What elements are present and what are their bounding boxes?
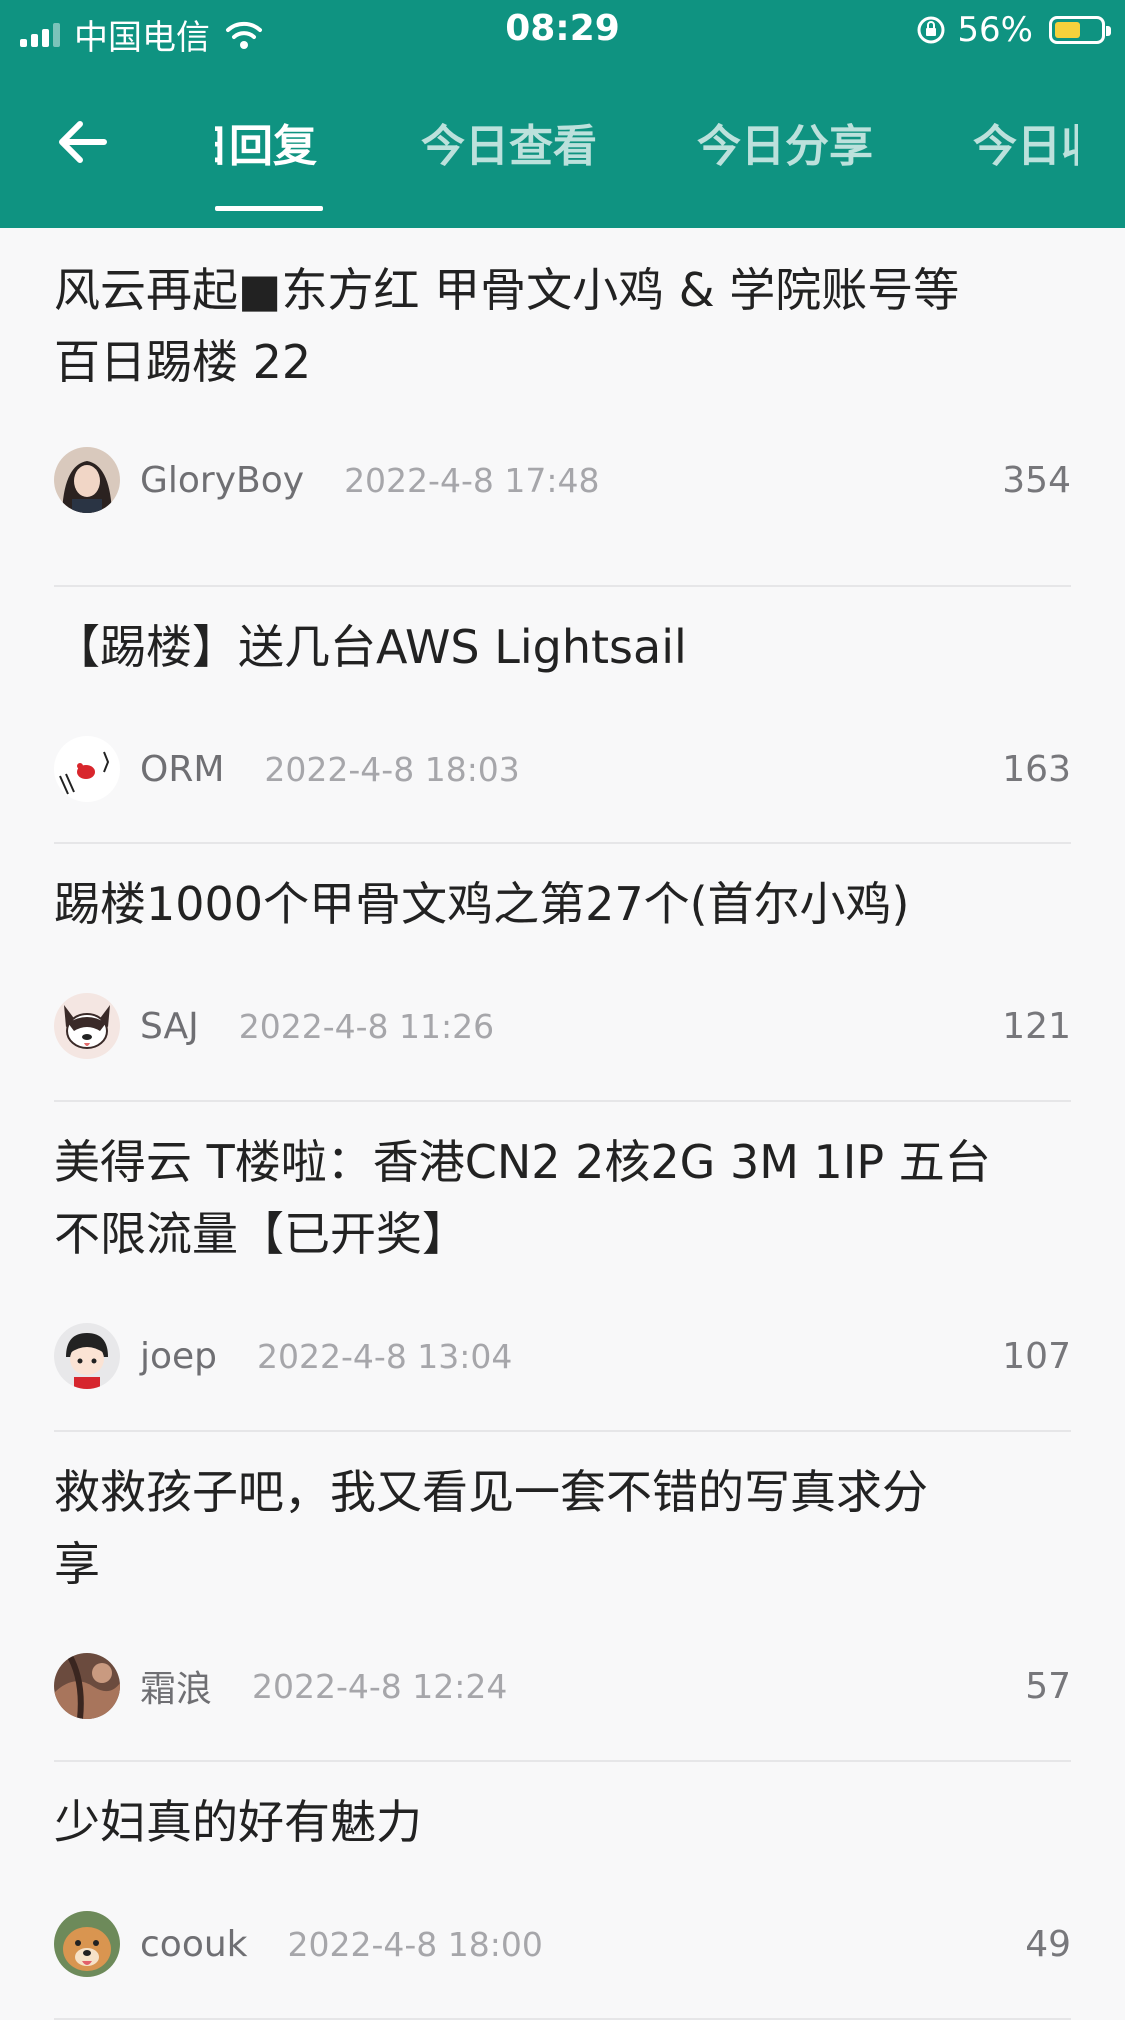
tab-today-replies[interactable]: 日回复 [215, 110, 317, 174]
post-title[interactable]: 踢楼1000个甲骨文鸡之第27个(首尔小鸡) [54, 868, 1071, 940]
post-date: 2022-4-8 12:24 [252, 1666, 508, 1706]
post-title[interactable]: 【踢楼】送几台AWS Lightsail [54, 611, 1071, 683]
tab-today-favorites[interactable]: 今日收 [973, 110, 1078, 174]
reply-count: 107 [1002, 1335, 1071, 1377]
tab-label: 回复 [229, 121, 317, 172]
avatar[interactable] [54, 447, 120, 513]
battery-fill [1055, 22, 1080, 38]
post-meta: SAJ 2022-4-8 11:26 121 [54, 992, 1071, 1060]
post-meta: coouk 2022-4-8 18:00 49 [54, 1910, 1071, 1978]
app-header: 中国电信 08:29 56% 日回复 今日查 [0, 0, 1125, 228]
reply-count: 57 [1025, 1665, 1071, 1707]
post-author[interactable]: SAJ [140, 1006, 199, 1047]
reply-count: 354 [1002, 459, 1071, 501]
nav-bar: 日回复 今日查看 今日分享 今日收 [0, 92, 1125, 228]
reply-count: 163 [1002, 748, 1071, 790]
post-date: 2022-4-8 17:48 [344, 460, 600, 500]
post-title[interactable]: 风云再起■东方红 甲骨文小鸡 & 学院账号等 百日踢楼 22 [54, 254, 1071, 398]
list-item[interactable]: 美得云 T楼啦：香港CN2 2核2G 3M 1IP 五台 不限流量【已开奖】 jo… [54, 1100, 1071, 1432]
post-author[interactable]: ORM [140, 749, 224, 790]
tab-today-viewed[interactable]: 今日查看 [421, 110, 597, 174]
post-date: 2022-4-8 18:03 [264, 749, 520, 789]
post-author[interactable]: GloryBoy [140, 460, 304, 501]
tab-label-prefix: 日 [215, 121, 229, 172]
post-date: 2022-4-8 11:26 [238, 1006, 495, 1046]
tab-today-shared[interactable]: 今日分享 [697, 110, 873, 174]
post-date: 2022-4-8 13:04 [257, 1336, 513, 1376]
battery-icon [1049, 16, 1111, 44]
avatar[interactable] [54, 1323, 120, 1389]
list-item[interactable]: 少妇真的好有魅力 coouk 2022-4-8 18:00 49 [54, 1760, 1071, 2020]
avatar[interactable] [54, 993, 120, 1059]
back-arrow-icon[interactable] [54, 114, 110, 170]
battery-percent: 56% [957, 10, 1033, 50]
status-bar: 中国电信 08:29 56% [0, 0, 1125, 62]
reply-count: 121 [1002, 1005, 1071, 1047]
list-item[interactable]: 救救孩子吧，我又看见一套不错的写真求分享 霜浪 2022-4-8 12:24 5… [54, 1430, 1071, 1762]
list-item[interactable]: 【踢楼】送几台AWS Lightsail ORM 2022-4-8 18:03 … [54, 585, 1071, 844]
post-meta: ORM 2022-4-8 18:03 163 [54, 735, 1071, 803]
reply-count: 49 [1025, 1923, 1071, 1965]
list-item[interactable]: 风云再起■东方红 甲骨文小鸡 & 学院账号等 百日踢楼 22 GloryBoy 2… [54, 254, 1071, 587]
rotation-lock-icon [917, 16, 945, 44]
post-meta: GloryBoy 2022-4-8 17:48 354 [54, 446, 1071, 514]
post-date: 2022-4-8 18:00 [287, 1924, 543, 1964]
post-author[interactable]: 霜浪 [140, 1660, 212, 1712]
post-meta: 霜浪 2022-4-8 12:24 57 [54, 1652, 1071, 1720]
tab-indicator [215, 206, 323, 211]
post-author[interactable]: joep [140, 1336, 217, 1377]
post-title[interactable]: 美得云 T楼啦：香港CN2 2核2G 3M 1IP 五台 不限流量【已开奖】 [54, 1126, 1071, 1270]
post-title[interactable]: 少妇真的好有魅力 [54, 1786, 1071, 1858]
avatar[interactable] [54, 1653, 120, 1719]
post-author[interactable]: coouk [140, 1924, 248, 1965]
avatar[interactable] [54, 736, 120, 802]
list-item[interactable]: 踢楼1000个甲骨文鸡之第27个(首尔小鸡) SAJ 2022-4-8 11:2… [54, 842, 1071, 1102]
post-meta: joep 2022-4-8 13:04 107 [54, 1322, 1071, 1390]
avatar[interactable] [54, 1911, 120, 1977]
post-title[interactable]: 救救孩子吧，我又看见一套不错的写真求分享 [54, 1456, 1071, 1600]
tab-strip: 日回复 今日查看 今日分享 今日收 [215, 110, 1078, 228]
